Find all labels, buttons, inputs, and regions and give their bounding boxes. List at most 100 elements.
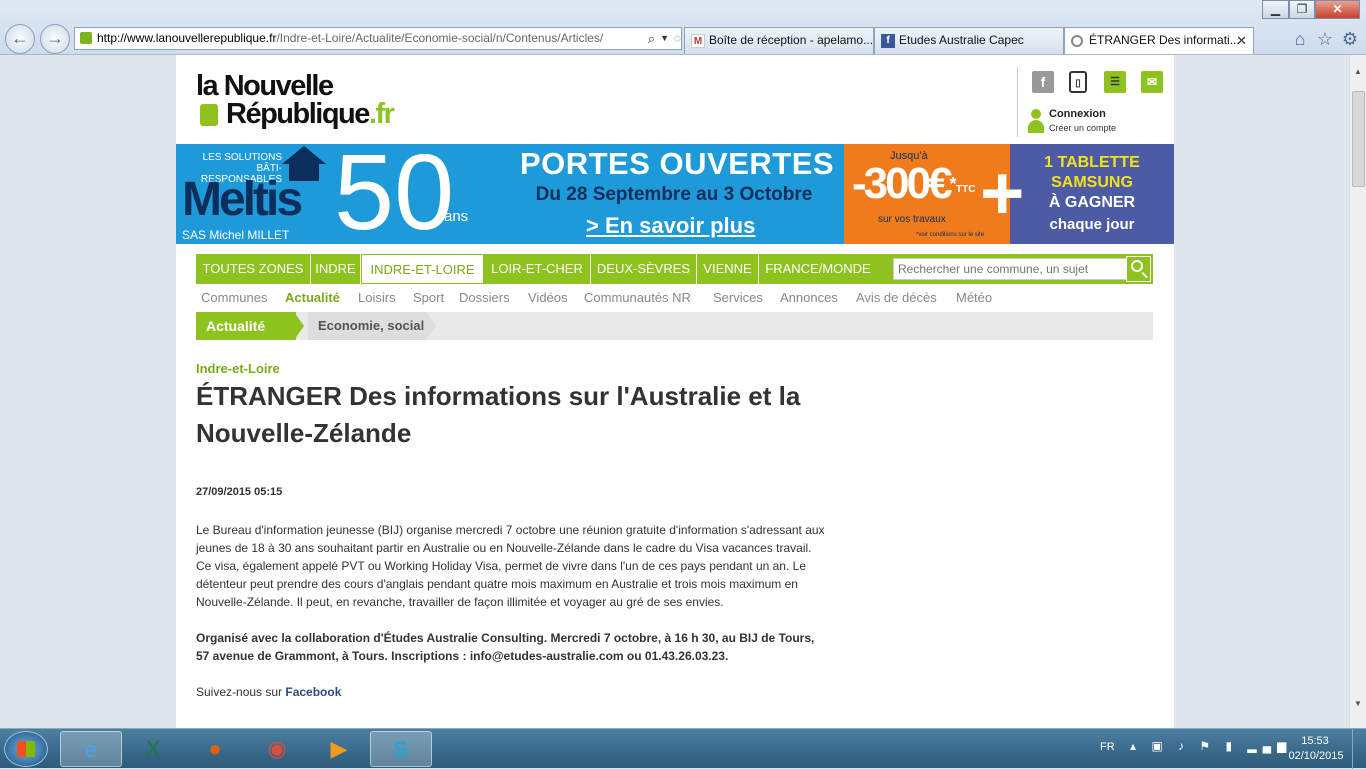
- system-tray-icons[interactable]: ▴ ▣ ♪ ⚑ ▮ ▂▄▆: [1130, 739, 1292, 753]
- excel-icon: X: [145, 736, 161, 761]
- article-region[interactable]: Indre-et-Loire: [196, 361, 826, 376]
- logo-line2: République.fr: [196, 99, 395, 129]
- show-desktop-button[interactable]: [1352, 729, 1366, 769]
- region-tab-deux-sevres[interactable]: DEUX-SÈVRES: [591, 254, 697, 284]
- search-input[interactable]: [893, 258, 1127, 280]
- region-tab-indre[interactable]: INDRE: [311, 254, 361, 284]
- section-link-meteo[interactable]: Météo: [956, 290, 992, 305]
- ad-tablet-line3: À GAGNER: [1048, 194, 1136, 211]
- section-link-communes[interactable]: Communes: [201, 290, 267, 305]
- minimize-button[interactable]: ▁: [1262, 0, 1289, 19]
- search-button[interactable]: [1126, 256, 1151, 282]
- breadcrumb-section[interactable]: Economie, social: [308, 312, 426, 340]
- header-divider: [1017, 67, 1018, 137]
- article-follow: Suivez-nous sur Facebook: [196, 685, 826, 699]
- gear-icon[interactable]: ⚙: [1340, 29, 1360, 49]
- forward-button[interactable]: →: [40, 24, 70, 54]
- language-indicator[interactable]: FR: [1100, 741, 1115, 753]
- facebook-icon[interactable]: f: [1032, 71, 1054, 93]
- section-link-videos[interactable]: Vidéos: [528, 290, 568, 305]
- search-icon[interactable]: ⌕: [648, 28, 655, 49]
- login-link[interactable]: Connexion: [1049, 108, 1106, 120]
- loading-icon[interactable]: ◌: [674, 28, 681, 49]
- facebook-link[interactable]: Facebook: [285, 685, 341, 699]
- scrollbar-thumb[interactable]: [1352, 91, 1365, 187]
- skype-icon: S: [393, 737, 409, 762]
- tab-article[interactable]: ÉTRANGER Des informati... ✕: [1064, 27, 1254, 54]
- newspaper-icon[interactable]: ☰: [1104, 71, 1126, 93]
- chevron-down-icon[interactable]: ▼: [660, 28, 669, 49]
- section-link-actualite[interactable]: Actualité: [285, 290, 340, 305]
- firefox-icon: ●: [208, 736, 222, 761]
- ad-discount: -300€*: [852, 160, 957, 208]
- tab-label: Etudes Australie Capec: [899, 33, 1024, 47]
- close-window-button[interactable]: ✕: [1315, 0, 1360, 19]
- taskbar-chrome[interactable]: ◉: [246, 731, 308, 767]
- section-link-loisirs[interactable]: Loisirs: [358, 290, 396, 305]
- section-link-dossiers[interactable]: Dossiers: [459, 290, 510, 305]
- create-account-link[interactable]: Créer un compte: [1049, 123, 1116, 133]
- ad-banner[interactable]: LES SOLUTIONS BÂTI-RESPONSABLES Meltis S…: [176, 144, 1174, 244]
- mail-icon[interactable]: ✉: [1141, 71, 1163, 93]
- scroll-up-arrow-icon[interactable]: ▲: [1354, 67, 1362, 76]
- article-info: Organisé avec la collaboration d'Études …: [196, 631, 815, 663]
- taskbar-skype[interactable]: S: [370, 731, 432, 767]
- taskbar-excel[interactable]: X: [122, 731, 184, 767]
- region-tab-vienne[interactable]: VIENNE: [697, 254, 759, 284]
- clock-date[interactable]: 02/10/2015: [1288, 750, 1344, 762]
- ad-brand: Meltis: [182, 173, 303, 226]
- taskbar-firefox[interactable]: ●: [184, 731, 246, 767]
- start-button[interactable]: [4, 731, 48, 767]
- scroll-down-arrow-icon[interactable]: ▼: [1354, 699, 1362, 708]
- site-logo[interactable]: la Nouvelle République.fr: [196, 71, 436, 133]
- tab-facebook[interactable]: f Etudes Australie Capec: [874, 27, 1064, 54]
- tab-gmail[interactable]: M Boîte de réception - apelamo...: [684, 27, 874, 54]
- address-bar[interactable]: http://www.lanouvellerepublique.fr/Indre…: [74, 27, 682, 50]
- breadcrumb-separator: [294, 312, 304, 340]
- taskbar: e X ● ◉ ▶ S FR ▴ ▣ ♪ ⚑ ▮ ▂▄▆ 15:53 02/10…: [0, 728, 1366, 769]
- region-tab-france-monde[interactable]: FRANCE/MONDE: [759, 254, 877, 284]
- ad-tablet-line1: 1 TABLETTE: [1044, 154, 1140, 171]
- section-link-annonces[interactable]: Annonces: [780, 290, 838, 305]
- taskbar-media-player[interactable]: ▶: [308, 731, 370, 767]
- ad-discount-star: *: [949, 174, 957, 194]
- region-tab-loir-et-cher[interactable]: LOIR-ET-CHER: [484, 254, 591, 284]
- tab-label: Boîte de réception - apelamo...: [709, 33, 874, 47]
- logo-line1: la Nouvelle: [196, 70, 334, 102]
- ad-tablet-box: 1 TABLETTE SAMSUNG À GAGNER chaque jour: [1010, 144, 1174, 244]
- cut-off-section: ▬▬▬▬ ▬▬▬▬ ▬▬ ▬▬▬▬ ▬▬▬▬▬▬▬: [202, 721, 662, 728]
- ad-dates: Du 28 Septembre au 3 Octobre: [535, 184, 813, 205]
- ad-tablet-line4: chaque jour: [1049, 216, 1135, 233]
- follow-prefix: Suivez-nous sur: [196, 685, 286, 699]
- gmail-icon: M: [691, 34, 705, 48]
- region-tab-toutes-zones[interactable]: TOUTES ZONES: [196, 254, 311, 284]
- ad-travaux: sur vos travaux: [878, 214, 946, 225]
- home-icon[interactable]: ⌂: [1290, 29, 1310, 49]
- ad-anniversary-unit: ans: [444, 208, 469, 225]
- search-icon: [1131, 260, 1143, 272]
- section-link-avis-deces[interactable]: Avis de décès: [856, 290, 937, 305]
- breadcrumb: Actualité Economie, social: [196, 312, 1153, 340]
- close-icon[interactable]: ✕: [1236, 28, 1247, 53]
- taskbar-internet-explorer[interactable]: e: [60, 731, 122, 767]
- section-link-services[interactable]: Services: [713, 290, 763, 305]
- internet-explorer-icon: e: [84, 737, 98, 762]
- breadcrumb-current[interactable]: Actualité: [196, 312, 296, 340]
- mobile-icon[interactable]: ▯: [1069, 71, 1087, 93]
- maximize-button[interactable]: ❐: [1289, 0, 1315, 19]
- region-tab-indre-et-loire[interactable]: INDRE-ET-LOIRE: [361, 254, 484, 284]
- section-link-communautes[interactable]: Communautés NR: [584, 290, 691, 305]
- ad-plus-sign: +: [980, 151, 1025, 236]
- clock-time[interactable]: 15:53: [1292, 735, 1338, 747]
- section-link-sport[interactable]: Sport: [413, 290, 444, 305]
- page-viewport: la Nouvelle République.fr f ▯ ☰ ✉ Connex…: [0, 55, 1349, 728]
- ad-more-link[interactable]: > En savoir plus: [586, 213, 755, 239]
- loading-icon: [1071, 35, 1083, 47]
- ad-anniversary-number: 50: [334, 144, 455, 244]
- ad-ttc: TTC: [956, 184, 976, 195]
- user-icon: [1028, 109, 1044, 133]
- back-button[interactable]: ←: [5, 24, 35, 54]
- star-icon[interactable]: ☆: [1315, 29, 1335, 49]
- vertical-scrollbar[interactable]: ▲ ▼: [1349, 55, 1366, 728]
- media-player-icon: ▶: [330, 736, 348, 761]
